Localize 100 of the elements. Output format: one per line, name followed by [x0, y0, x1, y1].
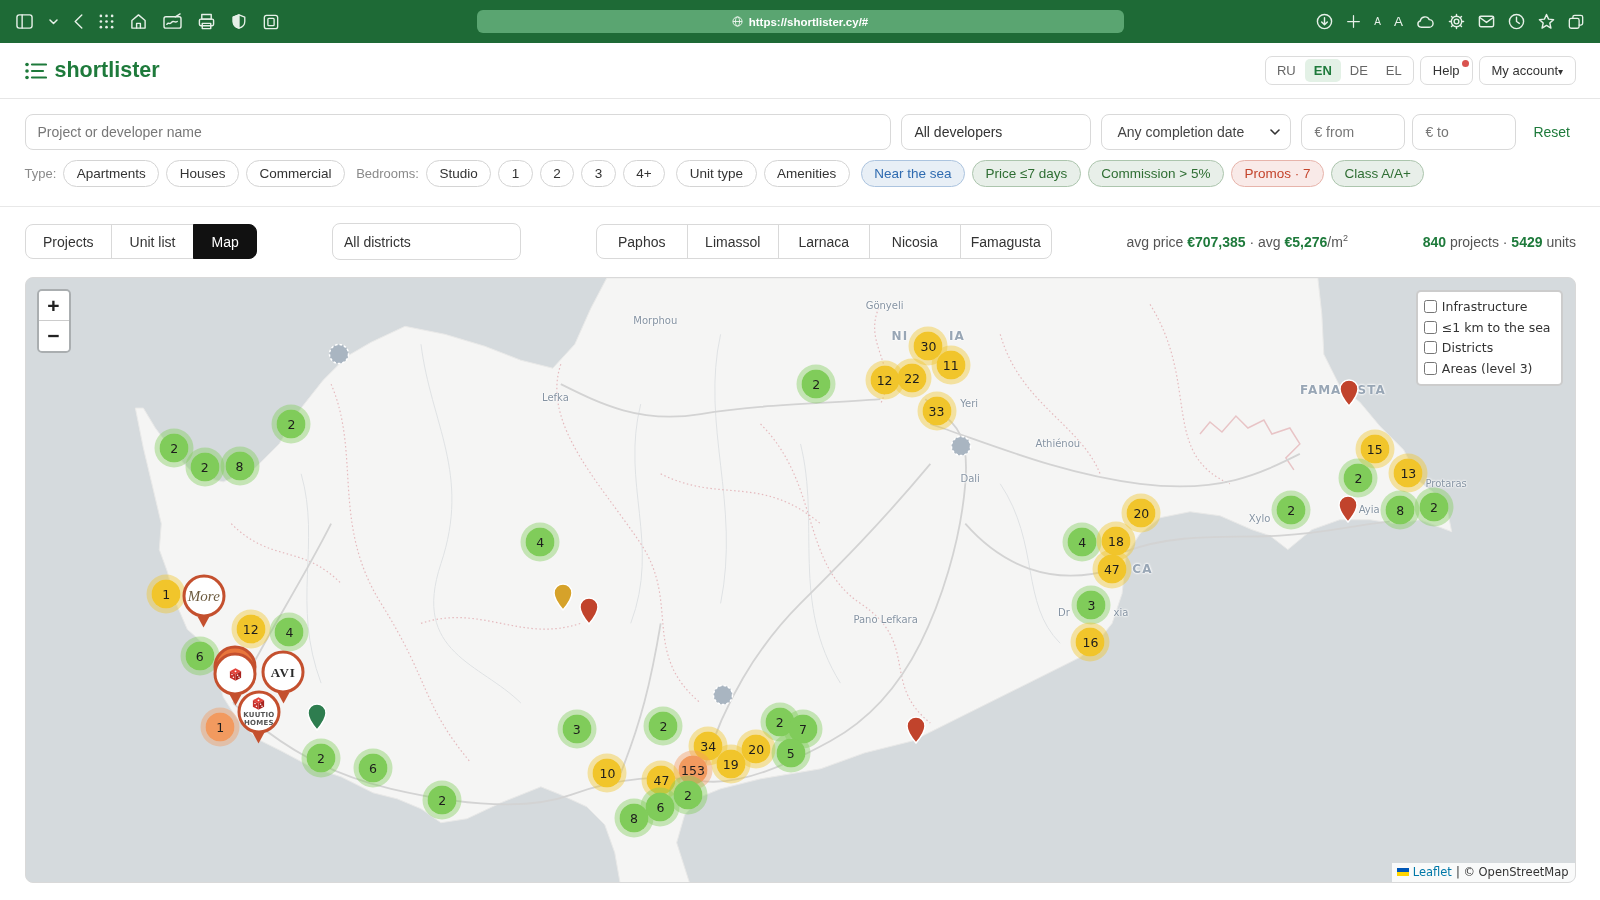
location-pin[interactable] — [306, 702, 327, 731]
square-icon[interactable] — [263, 13, 279, 30]
filter-chip[interactable]: Studio — [426, 160, 492, 187]
totals-text: 840 projects · 5429 units — [1422, 233, 1576, 250]
reset-link[interactable]: Reset — [1526, 114, 1576, 150]
place-label: Dr — [1058, 606, 1070, 618]
district-tab[interactable]: Nicosia — [868, 224, 961, 259]
place-label: Morphou — [633, 314, 678, 326]
place-label: Athiénou — [1035, 437, 1081, 449]
layer-checkbox[interactable] — [1423, 320, 1437, 334]
view-tab[interactable]: Projects — [24, 224, 113, 259]
zoom-in-button[interactable]: + — [38, 290, 69, 321]
flag-icon — [1396, 868, 1409, 876]
clock-icon[interactable] — [1508, 13, 1525, 30]
star-icon[interactable] — [1538, 13, 1555, 30]
printer-icon[interactable] — [198, 13, 215, 30]
filter-chip[interactable]: 2 — [539, 160, 575, 187]
place-label: FAMA — [1300, 383, 1342, 398]
completion-select[interactable]: Any completion date — [1101, 114, 1292, 150]
grid-icon[interactable] — [99, 14, 114, 29]
price-from-field[interactable]: € from — [1301, 114, 1406, 150]
language-option[interactable]: EL — [1376, 59, 1411, 82]
place-label: Yeri — [960, 397, 979, 409]
location-pin[interactable] — [1339, 379, 1360, 408]
layer-checkbox[interactable] — [1423, 300, 1437, 314]
district-tab[interactable]: Famagusta — [959, 224, 1052, 259]
place-label: CA — [1132, 562, 1153, 577]
filter-chip[interactable]: Apartments — [63, 160, 160, 187]
text-size-button[interactable]: A — [1374, 16, 1381, 27]
globe-icon — [731, 16, 743, 27]
gear-icon[interactable] — [1448, 13, 1465, 30]
layer-checkbox[interactable] — [1423, 341, 1437, 355]
location-pin[interactable] — [1338, 495, 1359, 524]
place-label: Dali — [960, 472, 980, 484]
cube-icon — [228, 667, 243, 682]
view-tab[interactable]: Map — [193, 224, 258, 259]
layer-checkbox[interactable] — [1423, 361, 1437, 375]
filter-chip[interactable]: 1 — [498, 160, 533, 187]
place-label: Lefka — [542, 392, 569, 403]
shield-icon[interactable] — [231, 13, 247, 30]
card-icon[interactable] — [163, 13, 182, 30]
filter-chip[interactable]: 4+ — [622, 160, 666, 187]
back-icon[interactable] — [74, 14, 83, 29]
district-tab[interactable]: Limassol — [686, 224, 779, 259]
logo-link[interactable]: shortlister — [24, 58, 160, 83]
layer-label: Areas (level 3) — [1441, 360, 1533, 376]
place-label: Xylo — [1248, 513, 1271, 524]
language-option[interactable]: DE — [1340, 59, 1377, 82]
quick-filter-chip[interactable]: Commission > 5% — [1087, 160, 1224, 187]
district-tab[interactable]: Larnaca — [777, 224, 870, 259]
cube-icon — [251, 696, 266, 711]
leaflet-link[interactable]: Leaflet — [1412, 865, 1452, 879]
attribution-text: | © OpenStreetMap — [1455, 865, 1569, 879]
place-label: IA — [949, 329, 965, 344]
price-to-field[interactable]: € to — [1412, 114, 1517, 150]
place-label: Pano Lefkara — [853, 613, 918, 625]
chevron-down-icon[interactable] — [49, 18, 58, 25]
download-icon[interactable] — [1316, 13, 1334, 30]
squares-icon[interactable] — [1568, 13, 1584, 30]
location-pin[interactable] — [906, 715, 927, 744]
quick-filter-chip[interactable]: Class A/A+ — [1331, 160, 1425, 187]
list-icon — [24, 61, 47, 80]
dropdown-chip[interactable]: Amenities — [763, 160, 850, 187]
place-label: Ayia — [1358, 503, 1380, 515]
view-tab[interactable]: Unit list — [111, 224, 194, 259]
developer-select[interactable]: All developers — [901, 114, 1092, 150]
type-label: Type: — [24, 166, 57, 181]
quick-filter-chip[interactable]: Near the sea — [860, 160, 966, 187]
layer-label: ≤1 km to the sea — [1441, 319, 1551, 335]
filter-chip[interactable]: Commercial — [246, 160, 346, 187]
district-tab[interactable]: Paphos — [595, 224, 688, 259]
filter-chip[interactable]: Houses — [166, 160, 240, 187]
account-button[interactable]: My account▾ — [1478, 56, 1576, 85]
place-label: Protaras — [1425, 477, 1467, 489]
search-field[interactable]: Project or developer name — [24, 114, 892, 150]
quick-filter-chip[interactable]: Promos · 7 — [1230, 160, 1324, 187]
layer-label: Infrastructure — [1441, 299, 1528, 315]
home-icon[interactable] — [130, 13, 147, 30]
layer-label: Districts — [1441, 340, 1494, 356]
language-option[interactable]: EN — [1304, 59, 1341, 82]
place-label: Gönyeli — [865, 299, 904, 311]
help-button[interactable]: Help — [1419, 56, 1473, 85]
bedrooms-label: Bedrooms: — [356, 166, 419, 181]
plus-icon[interactable] — [1346, 14, 1362, 29]
filter-chip[interactable]: 3 — [581, 160, 616, 187]
dropdown-chip[interactable]: Unit type — [676, 160, 757, 187]
place-label: xia — [1113, 606, 1129, 618]
district-select[interactable]: All districts — [331, 223, 521, 260]
average-price-text: avg price €707,385 · avg €5,276/m$^{2}$ — [1126, 233, 1348, 250]
text-size-button[interactable]: A — [1394, 14, 1403, 29]
quick-filter-chip[interactable]: Price ≤7 days — [972, 160, 1081, 187]
mail-icon[interactable] — [1478, 13, 1495, 30]
language-option[interactable]: RU — [1267, 59, 1305, 82]
place-label: STA — [1357, 383, 1386, 398]
chevron-down-icon — [1270, 129, 1281, 135]
cloud-icon[interactable] — [1416, 13, 1435, 30]
place-label: NI — [891, 329, 909, 344]
location-pin[interactable] — [579, 596, 600, 625]
zoom-out-button[interactable]: − — [38, 320, 69, 351]
sidebar-icon[interactable] — [16, 13, 33, 30]
